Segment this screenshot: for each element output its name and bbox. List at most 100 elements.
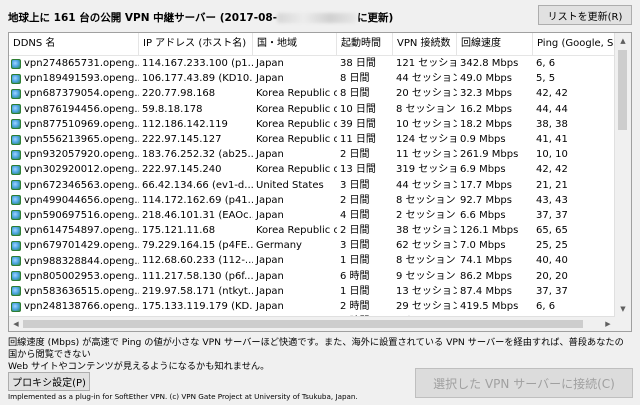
globe-icon <box>11 73 21 84</box>
scroll-right-icon[interactable]: ▶ <box>601 317 615 331</box>
column-header-sessions[interactable]: VPN 接続数 <box>393 33 457 55</box>
cell-speed: 74.1 Mbps <box>460 255 512 267</box>
cell-sessions: 121 セッション <box>396 58 457 69</box>
table-row[interactable]: vpn614754897.openg... 175.121.11.68 Korea … <box>9 223 631 238</box>
table-row[interactable]: vpn805002953.openg... 111.217.58.130 (p6f… <box>9 269 631 284</box>
cell-ip: 112.186.142.119 <box>142 118 228 130</box>
table-row[interactable]: vpn679701429.openg... 79.229.164.15 (p4FE… <box>9 238 631 253</box>
vertical-scrollbar[interactable]: ▲ ▼ <box>614 33 631 317</box>
column-header-ip[interactable]: IP アドレス (ホスト名) <box>139 33 253 55</box>
vertical-scroll-thumb[interactable] <box>618 50 627 130</box>
ddns-name-text: vpn679701429.openg... <box>24 240 139 252</box>
table-row[interactable]: vpn932057920.openg... 183.76.252.32 (ab25… <box>9 147 631 162</box>
cell-ddns: vpn614754897.openg... <box>9 223 139 238</box>
table-row[interactable]: vpn988328844.openg... 112.68.60.233 (112-… <box>9 253 631 268</box>
refresh-list-button[interactable]: リストを更新(R) <box>538 5 632 25</box>
cell-sessions: 29 セッション <box>396 301 457 312</box>
cell-country: Japan <box>256 209 284 221</box>
scroll-left-icon[interactable]: ◀ <box>9 317 23 331</box>
scrollbar-corner <box>615 317 631 331</box>
table-row[interactable]: vpn274865731.openg... 114.167.233.100 (p1… <box>9 56 631 71</box>
cell-uptime: 3 日間 <box>340 179 370 191</box>
cell-ip: 175.121.11.68 <box>142 225 216 237</box>
cell-uptime: 3 日間 <box>340 240 370 252</box>
cell-sessions: 38 セッション <box>396 225 457 237</box>
cell-sessions: 124 セッション <box>396 133 457 145</box>
table-row[interactable]: vpn672346563.openg... 66.42.134.66 (ev1-d… <box>9 178 631 193</box>
table-row[interactable]: vpn590697516.openg... 218.46.101.31 (EAOc… <box>9 208 631 223</box>
cell-uptime: 2 時間 <box>340 301 370 312</box>
cell-ddns: vpn679701429.openg... <box>9 238 139 253</box>
column-header-speed[interactable]: 回線速度 <box>457 33 533 55</box>
globe-icon <box>11 301 21 312</box>
proxy-settings-button[interactable]: プロキシ設定(P) <box>8 372 90 391</box>
table-row[interactable]: vpn876194456.openg... 59.8.18.178 Korea Re… <box>9 102 631 117</box>
column-header-country[interactable]: 国・地域 <box>253 33 337 55</box>
cell-speed: 92.7 Mbps <box>460 194 512 206</box>
globe-icon <box>11 195 21 206</box>
scroll-down-icon[interactable]: ▼ <box>615 301 631 317</box>
table-row[interactable]: vpn302920012.openg... 222.97.145.240 Korea… <box>9 162 631 177</box>
cell-ddns: vpn583636515.openg... <box>9 284 139 299</box>
cell-ping: 38, 38 <box>536 118 568 130</box>
globe-icon <box>11 104 21 115</box>
heading-suffix: に更新) <box>357 12 394 24</box>
cell-sessions: 8 セッション <box>396 194 456 206</box>
cell-uptime: 4 日間 <box>340 209 370 221</box>
globe-icon <box>11 164 21 175</box>
scroll-up-icon[interactable]: ▲ <box>615 33 631 49</box>
globe-icon <box>11 271 21 282</box>
cell-sessions: 2 セッション <box>396 209 456 221</box>
cell-uptime: 2 日間 <box>340 194 370 206</box>
table-row[interactable]: vpn499044656.openg... 114.172.162.69 (p41… <box>9 193 631 208</box>
cell-uptime: 10 日間 <box>340 103 376 115</box>
cell-sessions: 319 セッション <box>396 164 457 176</box>
cell-speed: 6.9 Mbps <box>460 164 506 176</box>
server-list[interactable]: DDNS 名 IP アドレス (ホスト名) 国・地域 起動時間 VPN 接続数 回線速度 P… <box>8 32 632 332</box>
cell-ddns: vpn805002953.openg... <box>9 269 139 284</box>
table-row[interactable]: vpn556213965.openg... 222.97.145.127 Korea… <box>9 132 631 147</box>
ddns-name-text: vpn189491593.openg... <box>24 73 139 85</box>
column-header-ddns[interactable]: DDNS 名 <box>9 33 139 55</box>
cell-ddns: vpn302920012.openg... <box>9 162 139 177</box>
cell-ip: 175.133.119.179 (KD... <box>142 301 253 312</box>
cell-country: Japan <box>256 270 284 282</box>
cell-uptime: 2 日間 <box>340 225 370 237</box>
cell-ip: 218.46.101.31 (EAOc... <box>142 209 253 221</box>
cell-ip: 114.172.162.69 (p41... <box>142 194 253 206</box>
column-header-uptime[interactable]: 起動時間 <box>337 33 393 55</box>
cell-ip: 112.68.60.233 (112-... <box>142 255 253 267</box>
ddns-name-text: vpn687379054.openg... <box>24 88 139 100</box>
ddns-name-text: vpn877510969.openg... <box>24 118 139 130</box>
cell-sessions: 10 セッション <box>396 118 457 130</box>
table-row[interactable]: vpn583636515.openg... 219.97.58.171 (ntky… <box>9 284 631 299</box>
cell-speed: 0.9 Mbps <box>460 133 506 145</box>
ddns-name-text: vpn274865731.openg... <box>24 58 139 70</box>
cell-uptime: 39 日間 <box>340 118 376 130</box>
cell-uptime: 8 日間 <box>340 73 370 85</box>
column-header-ping[interactable]: Ping (Google, SE) <box>533 33 617 55</box>
table-row[interactable]: vpn687379054.openg... 220.77.98.168 Korea … <box>9 86 631 101</box>
cell-ip: 106.177.43.89 (KD10... <box>142 73 253 85</box>
cell-country: Japan <box>256 149 284 161</box>
table-row[interactable]: vpn877510969.openg... 112.186.142.119 Kore… <box>9 117 631 132</box>
globe-icon <box>11 134 21 145</box>
cell-sessions: 44 セッション <box>396 179 457 191</box>
table-row[interactable]: vpn189491593.openg... 106.177.43.89 (KD10… <box>9 71 631 86</box>
cell-ddns: vpn499044656.openg... <box>9 193 139 208</box>
globe-icon <box>11 240 21 251</box>
cell-ping: 10, 10 <box>536 149 568 161</box>
ddns-name-text: vpn805002953.openg... <box>24 270 139 282</box>
cell-ddns: vpn556213965.openg... <box>9 132 139 147</box>
cell-sessions: 11 セッション <box>396 149 457 161</box>
cell-ddns: vpn687379054.openg... <box>9 86 139 101</box>
cell-uptime: 6 時間 <box>340 270 370 282</box>
horizontal-scroll-thumb[interactable] <box>23 320 583 328</box>
cell-country: Korea Republic of <box>256 103 337 115</box>
ddns-name-text: vpn614754897.openg... <box>24 225 139 237</box>
cell-speed: 419.5 Mbps <box>460 301 519 312</box>
horizontal-scrollbar[interactable]: ◀ ▶ <box>9 316 615 331</box>
connect-selected-server-button[interactable]: 選択した VPN サーバーに接続(C) <box>415 368 633 398</box>
table-row[interactable]: vpn248138766.openg... 175.133.119.179 (KD… <box>9 299 631 314</box>
window-heading: 地球上に 161 台の公開 VPN 中継サーバー (2017-08- に更新) <box>8 10 568 25</box>
